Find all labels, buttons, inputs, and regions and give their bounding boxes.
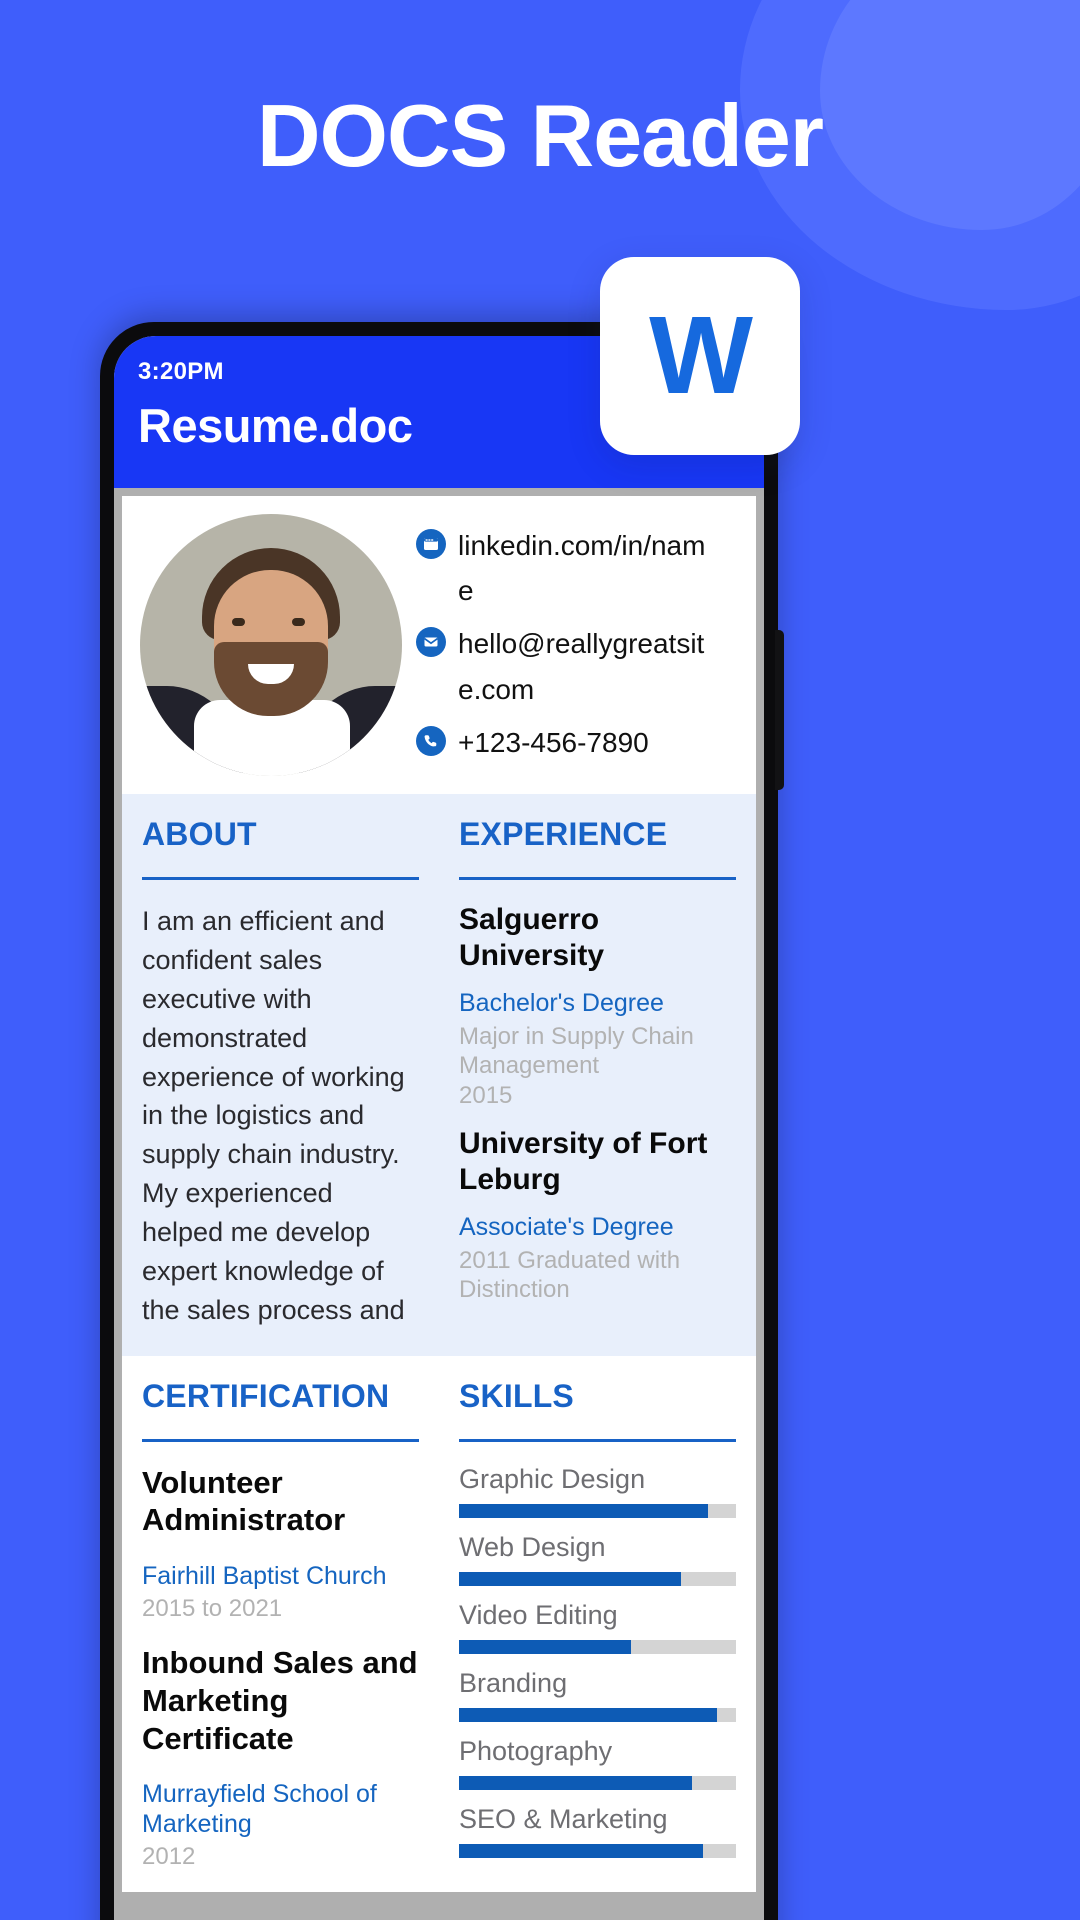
skill-item: Branding: [459, 1668, 736, 1722]
experience-entry-title: University of Fort Leburg: [459, 1126, 708, 1196]
website-icon: [416, 528, 446, 559]
word-badge-letter: W: [649, 294, 753, 417]
about-heading: ABOUT: [142, 816, 257, 852]
experience-entry-degree[interactable]: Bachelor's Degree: [459, 988, 736, 1018]
experience-entry-major: Major in Supply Chain Management: [459, 1023, 694, 1080]
experience-heading-rule: [459, 877, 736, 880]
skill-fill: [459, 1707, 717, 1722]
contact-row-phone[interactable]: +123-456-7890: [416, 720, 742, 765]
contact-row-email[interactable]: hello@reallygreatsite.com: [416, 621, 742, 712]
skills-heading: SKILLS: [459, 1377, 574, 1414]
avatar-eye-left: [232, 618, 245, 626]
resume-header: linkedin.com/in/name hello@reallygreatsi…: [122, 496, 756, 794]
skill-item: Video Editing: [459, 1600, 736, 1654]
skills-column: SKILLS Graphic Design Web Design Video E…: [439, 1356, 756, 1893]
certification-entry-years: 2012: [142, 1843, 196, 1871]
skill-label: Web Design: [459, 1531, 606, 1562]
skill-item: Graphic Design: [459, 1464, 736, 1518]
skills-heading-rule: [459, 1438, 736, 1442]
skill-track: [459, 1503, 736, 1518]
contact-phone-text: +123-456-7890: [458, 727, 649, 759]
skill-label: Graphic Design: [459, 1463, 646, 1494]
phone-icon: [416, 726, 446, 757]
experience-entry: Salguerro University Bachelor's Degree M…: [459, 902, 736, 1110]
certification-entry-years: 2015 to 2021: [142, 1595, 283, 1623]
certification-skills-band: CERTIFICATION Volunteer Administrator Fa…: [122, 1355, 756, 1893]
skill-track: [459, 1707, 736, 1722]
experience-entry-title: Salguerro University: [459, 903, 605, 972]
contact-row-website[interactable]: linkedin.com/in/name: [416, 523, 742, 614]
skill-item: Photography: [459, 1736, 736, 1790]
hero-title: DOCS Reader: [256, 86, 824, 185]
skill-item: SEO & Marketing: [459, 1804, 736, 1858]
certification-heading: CERTIFICATION: [142, 1377, 390, 1414]
skill-label: Photography: [459, 1735, 613, 1766]
skill-track: [459, 1775, 736, 1790]
skill-label: SEO & Marketing: [459, 1803, 668, 1834]
certification-entry-title: Volunteer Administrator: [142, 1464, 346, 1538]
certification-entry-org[interactable]: Fairhill Baptist Church: [142, 1561, 419, 1591]
contact-website-text: linkedin.com/in/name: [458, 529, 706, 606]
resume-document: linkedin.com/in/name hello@reallygreatsi…: [122, 496, 756, 1893]
experience-entry-year: 2015: [459, 1081, 513, 1109]
email-icon: [416, 627, 446, 658]
phone-mockup: 3:20PM Resume.doc linkedin.com/in/name h…: [100, 322, 784, 1920]
experience-column: EXPERIENCE Salguerro University Bachelor…: [439, 794, 756, 1356]
skill-label: Branding: [459, 1667, 568, 1698]
certification-entry: Volunteer Administrator Fairhill Baptist…: [142, 1464, 419, 1624]
phone-power-button[interactable]: [775, 630, 784, 790]
contact-email-text: hello@reallygreatsite.com: [458, 628, 705, 705]
contact-list: linkedin.com/in/name hello@reallygreatsi…: [416, 517, 742, 774]
word-document-icon: W: [600, 257, 800, 455]
experience-entry-year: 2011 Graduated with Distinction: [459, 1246, 681, 1304]
avatar: [140, 514, 402, 776]
skill-track: [459, 1639, 736, 1654]
certification-column: CERTIFICATION Volunteer Administrator Fa…: [122, 1356, 439, 1893]
certification-heading-rule: [142, 1438, 419, 1442]
certification-entry: Inbound Sales and Marketing Certificate …: [142, 1644, 419, 1872]
about-heading-rule: [142, 877, 419, 880]
experience-entry: University of Fort Leburg Associate's De…: [459, 1126, 736, 1305]
document-scroll-area[interactable]: linkedin.com/in/name hello@reallygreatsi…: [114, 488, 764, 1920]
experience-entry-degree[interactable]: Associate's Degree: [459, 1212, 736, 1242]
about-column: ABOUT I am an efficient and confident sa…: [122, 794, 439, 1356]
about-body-text: I am an efficient and confident sales ex…: [142, 906, 405, 1325]
skill-fill: [459, 1843, 703, 1858]
about-experience-band: ABOUT I am an efficient and confident sa…: [122, 794, 756, 1356]
skill-fill: [459, 1503, 709, 1518]
certification-entry-title: Inbound Sales and Marketing Certificate: [142, 1645, 418, 1756]
skill-fill: [459, 1571, 681, 1586]
experience-heading: EXPERIENCE: [459, 816, 668, 852]
skill-fill: [459, 1639, 631, 1654]
skill-label: Video Editing: [459, 1599, 618, 1630]
skill-fill: [459, 1775, 692, 1790]
certification-entry-org[interactable]: Murrayfield School of Marketing: [142, 1779, 419, 1839]
avatar-eye-right: [292, 618, 305, 626]
skill-item: Web Design: [459, 1532, 736, 1586]
skill-track: [459, 1571, 736, 1586]
phone-screen: 3:20PM Resume.doc linkedin.com/in/name h…: [114, 336, 764, 1920]
skill-track: [459, 1843, 736, 1858]
